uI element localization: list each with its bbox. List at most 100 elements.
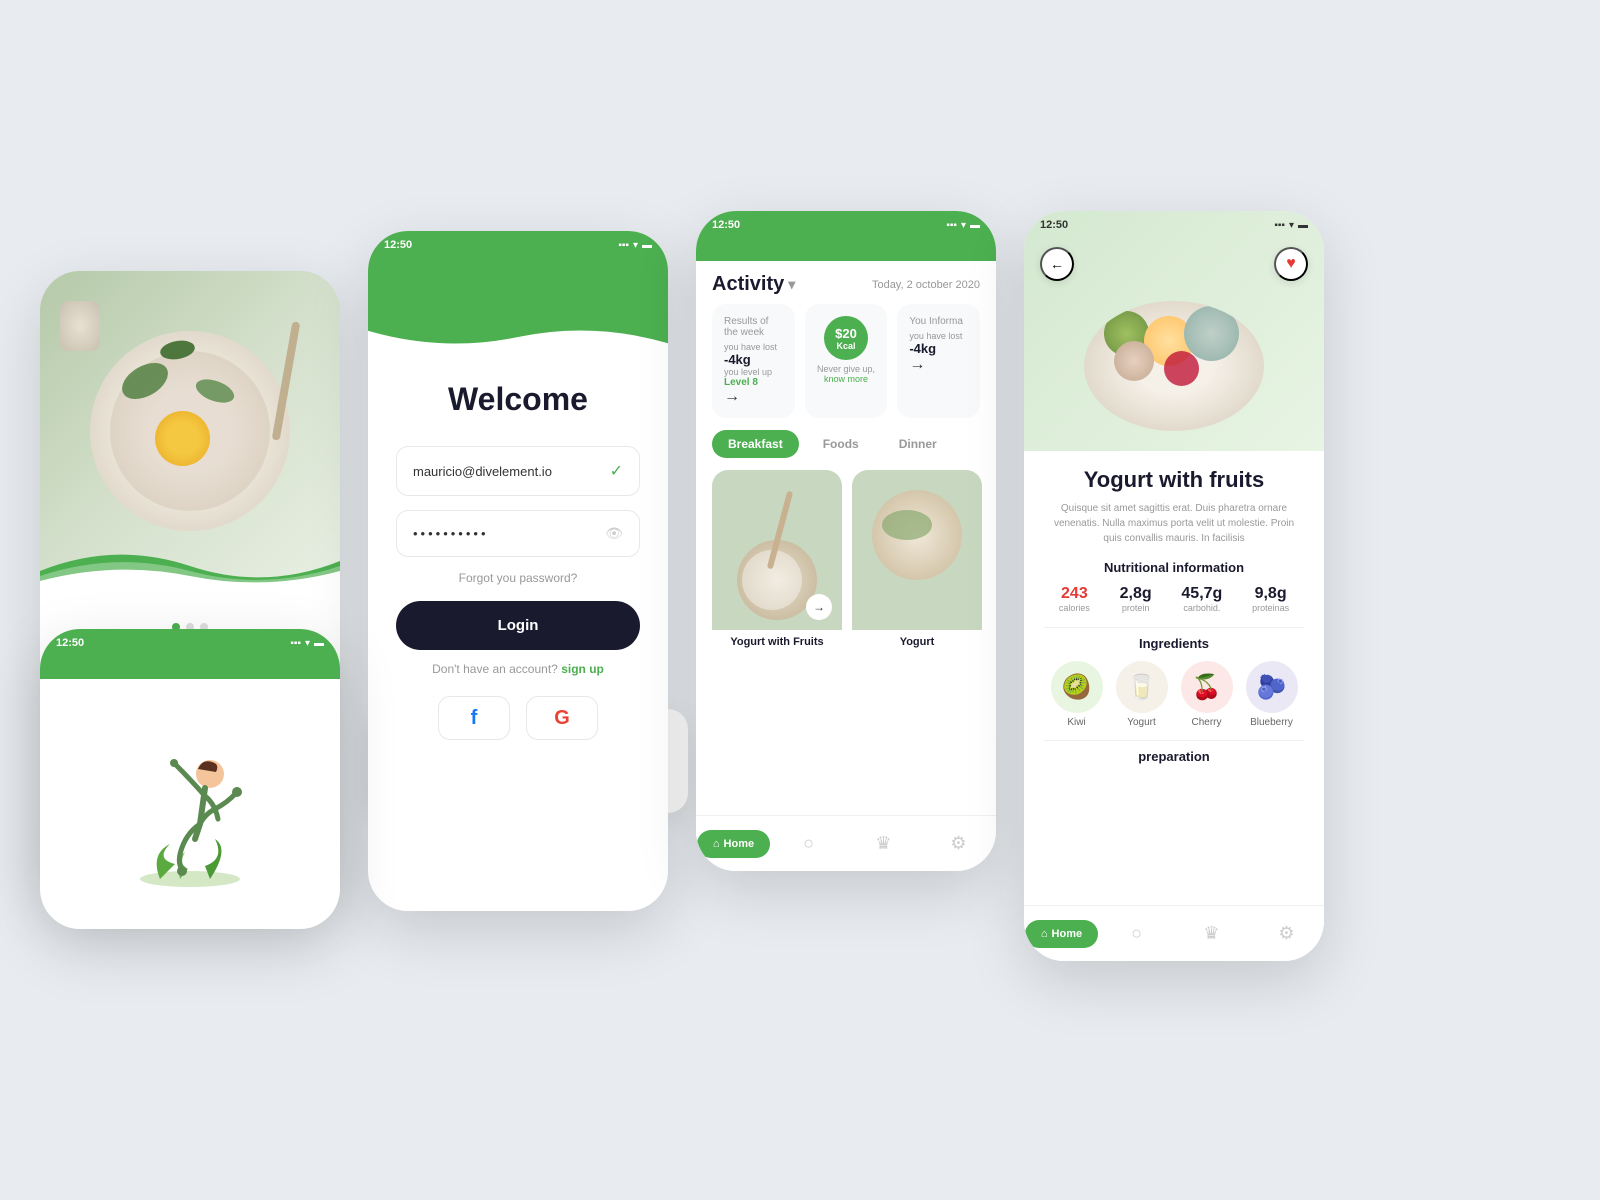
welcome-title: Welcome xyxy=(396,381,640,418)
kiwi-icon: 🥝 xyxy=(1051,661,1103,713)
tab-foods[interactable]: Foods xyxy=(807,430,875,458)
never-give-up: Never give up, know more xyxy=(817,364,876,384)
chevron-down-icon: ▾ xyxy=(788,276,795,293)
activity-title: Activity ▾ xyxy=(712,273,795,296)
info-label: You Informa xyxy=(909,316,968,327)
carbs-value: 45,7g xyxy=(1181,585,1222,603)
login-content: Welcome mauricio@divelement.io ✓ 👁 Forgo… xyxy=(368,361,668,760)
info-lost-value: -4kg xyxy=(909,341,968,356)
nutrition-section: Nutritional information 243 calories 2,8… xyxy=(1044,560,1304,613)
food-detail-description: Quisque sit amet sagittis erat. Duis pha… xyxy=(1044,501,1304,546)
settings-icon-detail: ⚙ xyxy=(1278,923,1294,944)
home-icon: ⌂ xyxy=(713,838,720,850)
know-more-link[interactable]: know more xyxy=(824,374,868,384)
phone-fitness: 12:50 ▪▪▪ ▾ ▬ xyxy=(40,629,340,929)
prot2-item: 9,8g proteinas xyxy=(1252,585,1289,613)
preparation-title: preparation xyxy=(1044,749,1304,764)
info-card: You Informa you have lost -4kg → xyxy=(897,304,980,418)
detail-content: Yogurt with fruits Quisque sit amet sagi… xyxy=(1024,451,1324,961)
stats-row: Results of the week you have lost -4kg y… xyxy=(696,304,996,430)
status-icons: ▪▪▪ ▾ ▬ xyxy=(1274,220,1308,231)
check-icon: ✓ xyxy=(610,461,623,481)
wifi-icon: ▾ xyxy=(961,220,966,231)
login-top-wave: 12:50 ▪▪▪ ▾ ▬ xyxy=(368,231,668,361)
phone-login: 12:50 ▪▪▪ ▾ ▬ Welcome mauricio@divelemen… xyxy=(368,231,668,911)
fitness-top-wave: 12:50 ▪▪▪ ▾ ▬ xyxy=(40,629,340,679)
nav-profile-detail[interactable]: ○ xyxy=(1099,923,1174,944)
you-lost-label: you have lost xyxy=(724,342,783,352)
facebook-login-button[interactable]: f xyxy=(438,696,510,740)
prot2-value: 9,8g xyxy=(1252,585,1289,603)
signup-link[interactable]: sign up xyxy=(561,662,604,676)
hero-food-image xyxy=(40,271,340,591)
lost-value: -4kg xyxy=(724,352,783,367)
activity-top-wave: 12:50 ▪▪▪ ▾ ▬ xyxy=(696,211,996,261)
kcal-card: $20 Kcal Never give up, know more xyxy=(805,304,888,418)
level-value: Level 8 xyxy=(724,377,783,388)
google-icon: G xyxy=(554,707,570,730)
nav-home[interactable]: ⌂ Home xyxy=(696,830,771,858)
status-bar: 12:50 ▪▪▪ ▾ ▬ xyxy=(696,211,996,239)
detail-hero-image: 12:50 ▪▪▪ ▾ ▬ ← ♥ xyxy=(1024,211,1324,451)
nav-home-detail[interactable]: ⌂ Home xyxy=(1024,920,1099,948)
week-results-arrow[interactable]: → xyxy=(724,388,740,406)
kcal-badge: $20 Kcal xyxy=(824,316,868,360)
forgot-password-link[interactable]: Forgot you password? xyxy=(396,571,640,585)
email-input[interactable]: mauricio@divelement.io xyxy=(413,464,610,479)
nav-trophy[interactable]: ♛ xyxy=(846,833,921,854)
facebook-icon: f xyxy=(471,707,478,730)
fitness-content xyxy=(40,679,340,929)
carbs-item: 45,7g carbohid. xyxy=(1181,585,1222,613)
wifi-icon: ▾ xyxy=(1289,220,1294,231)
profile-icon-detail: ○ xyxy=(1131,923,1142,944)
wifi-icon-fitness: ▾ xyxy=(305,638,310,649)
blueberry-label: Blueberry xyxy=(1250,717,1293,728)
cherry-label: Cherry xyxy=(1191,717,1221,728)
food-1-name: Yogurt with Fruits xyxy=(712,630,842,654)
nav-profile[interactable]: ○ xyxy=(771,833,846,854)
login-button[interactable]: Login xyxy=(396,601,640,650)
yoga-figure xyxy=(120,714,260,894)
battery-icon: ▬ xyxy=(970,220,980,231)
activity-date: Today, 2 october 2020 xyxy=(872,279,980,291)
google-login-button[interactable]: G xyxy=(526,696,598,740)
food-card-2[interactable]: Yogurt xyxy=(852,470,982,654)
bottom-nav-detail: ⌂ Home ○ ♛ ⚙ xyxy=(1024,905,1324,961)
password-field-container[interactable]: 👁 xyxy=(396,510,640,557)
status-time: 12:50 xyxy=(384,239,412,251)
status-icons: ▪▪▪ ▾ ▬ xyxy=(946,220,980,231)
nav-settings[interactable]: ⚙ xyxy=(921,833,996,854)
yogurt-icon: 🥛 xyxy=(1116,661,1168,713)
nutrition-title: Nutritional information xyxy=(1044,560,1304,575)
ingredients-section: Ingredients 🥝 Kiwi 🥛 Yogurt 🍒 Cherry xyxy=(1044,636,1304,728)
week-results-card: Results of the week you have lost -4kg y… xyxy=(712,304,795,418)
email-field-container[interactable]: mauricio@divelement.io ✓ xyxy=(396,446,640,496)
back-button[interactable]: ← xyxy=(1040,247,1074,281)
bottom-nav: ⌂ Home ○ ♛ ⚙ xyxy=(696,815,996,871)
social-login-row: f G xyxy=(396,696,640,740)
activity-header: Activity ▾ Today, 2 october 2020 xyxy=(696,261,996,304)
ingredient-kiwi: 🥝 Kiwi xyxy=(1051,661,1103,728)
info-arrow[interactable]: → xyxy=(909,356,925,374)
nav-trophy-detail[interactable]: ♛ xyxy=(1174,923,1249,944)
cherry-icon: 🍒 xyxy=(1181,661,1233,713)
signal-icon: ▪▪▪ xyxy=(618,240,629,251)
food-card-1-arrow[interactable]: → xyxy=(806,594,832,620)
nav-settings-detail[interactable]: ⚙ xyxy=(1249,923,1324,944)
tab-breakfast[interactable]: Breakfast xyxy=(712,430,799,458)
ingredient-cherry: 🍒 Cherry xyxy=(1181,661,1233,728)
signup-row: Don't have an account? sign up xyxy=(396,662,640,676)
protein-value: 2,8g xyxy=(1120,585,1152,603)
trophy-icon-detail: ♛ xyxy=(1203,923,1219,944)
tab-dinner[interactable]: Dinner xyxy=(883,430,953,458)
password-input[interactable] xyxy=(413,526,605,541)
level-label: you level up xyxy=(724,367,783,377)
nutrition-row: 243 calories 2,8g protein 45,7g carbohid… xyxy=(1044,585,1304,613)
eye-icon: 👁 xyxy=(605,525,623,542)
food-image-2 xyxy=(852,470,982,630)
signal-icon: ▪▪▪ xyxy=(1274,220,1285,231)
favorite-button[interactable]: ♥ xyxy=(1274,247,1308,281)
battery-icon-fitness: ▬ xyxy=(314,638,324,649)
divider xyxy=(1044,627,1304,628)
food-card-1[interactable]: → Yogurt with Fruits xyxy=(712,470,842,654)
